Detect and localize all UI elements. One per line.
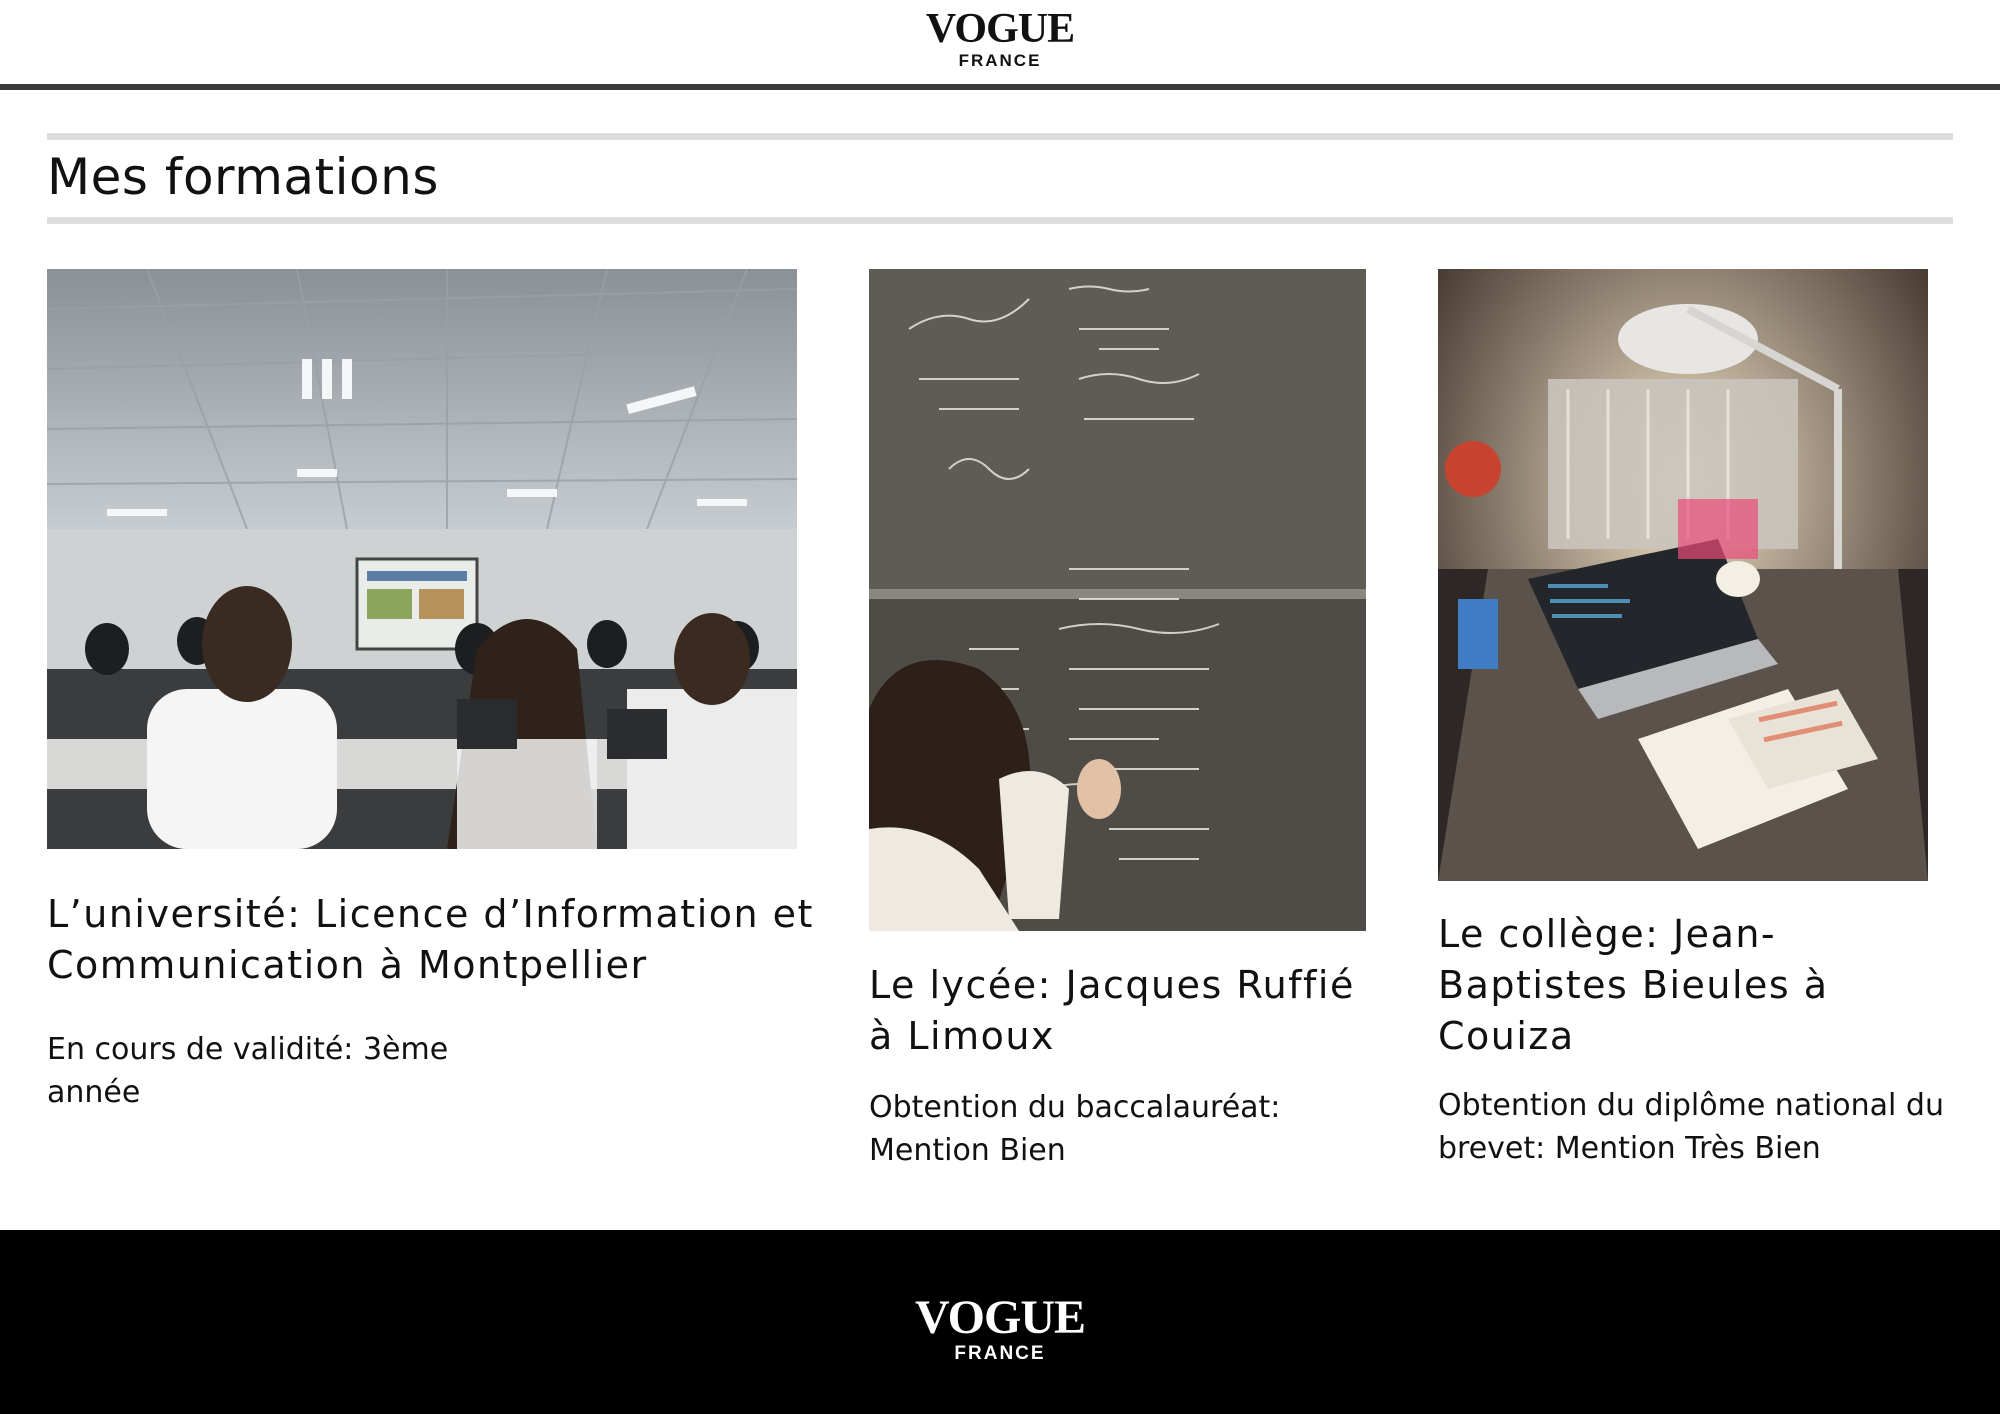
section-title: Mes formations	[47, 148, 439, 206]
section-divider-bottom	[47, 217, 1953, 224]
lycee-card-title[interactable]: Le lycée: Jacques Ruffié à Limoux	[869, 960, 1389, 1062]
college-card-description: Obtention du diplôme national du brevet:…	[1438, 1088, 1944, 1166]
logo-wordmark: VOGUE	[925, 6, 1075, 52]
footer-logo-country: FRANCE	[954, 1343, 1046, 1364]
site-footer: VOGUE FRANCE	[0, 1230, 2000, 1414]
university-card-description: En cours de validité: 3ème année	[47, 1032, 449, 1110]
study-desk-photo	[1438, 269, 1928, 881]
university-card-title[interactable]: L’université: Licence d’Information et C…	[47, 889, 817, 991]
section-divider-top	[47, 133, 1953, 140]
vogue-logo-header[interactable]: VOGUE FRANCE	[900, 8, 1100, 69]
university-classroom-photo	[47, 269, 797, 849]
vogue-logo-footer[interactable]: VOGUE FRANCE	[900, 1291, 1100, 1364]
lycee-card-description: Obtention du baccalauréat: Mention Bien	[869, 1090, 1281, 1168]
college-card-title[interactable]: Le collège: Jean-Baptistes Bieules à Cou…	[1438, 909, 1938, 1062]
logo-country: FRANCE	[958, 51, 1042, 70]
footer-logo-wordmark: VOGUE	[914, 1291, 1086, 1344]
site-header: VOGUE FRANCE	[0, 0, 2000, 90]
chalkboard-photo	[869, 269, 1366, 931]
